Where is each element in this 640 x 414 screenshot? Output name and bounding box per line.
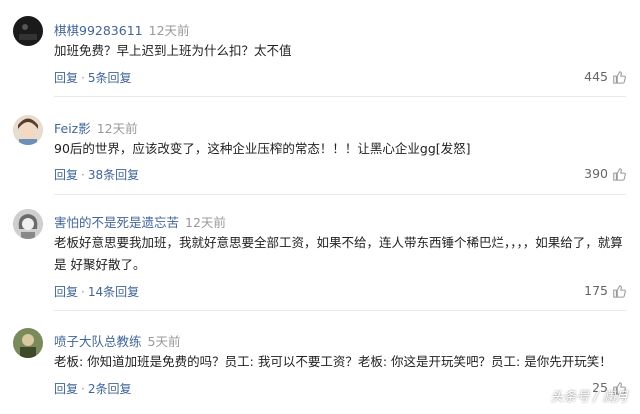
view-replies-button[interactable]: 38条回复 — [88, 168, 139, 182]
username[interactable]: 害怕的不是死是遗忘苦 — [54, 215, 179, 230]
watermark: 头条号 / 澜月 — [550, 390, 628, 405]
like-button[interactable]: 175 — [584, 283, 626, 298]
comment-text: 90后的世界，应该改变了，这种企业压榨的常态！！！让黑心企业gg[发怒] — [54, 141, 471, 156]
username[interactable]: Feiz影 — [54, 121, 91, 136]
reply-button[interactable]: 回复 — [54, 168, 78, 182]
timestamp: 12天前 — [148, 23, 190, 38]
avatar[interactable] — [13, 328, 43, 358]
like-count: 175 — [584, 283, 608, 298]
avatar[interactable] — [13, 16, 43, 46]
separator: · — [81, 168, 85, 182]
comment-meta: 棋棋99283611 12天前 — [54, 20, 190, 39]
comment-meta: Feiz影 12天前 — [54, 118, 138, 137]
username[interactable]: 喷子大队总教练 — [54, 334, 142, 349]
thumbs-up-icon — [613, 284, 626, 298]
avatar[interactable] — [13, 115, 43, 145]
timestamp: 12天前 — [185, 215, 226, 230]
avatar[interactable] — [13, 209, 43, 239]
like-count: 390 — [584, 166, 608, 181]
comment-item: Feiz影 12天前 90后的世界，应该改变了，这种企业压榨的常态！！！让黑心企业… — [0, 98, 640, 198]
divider — [54, 194, 626, 195]
thumbs-up-icon — [613, 70, 626, 84]
separator: · — [81, 71, 85, 85]
like-button[interactable]: 390 — [584, 166, 626, 181]
view-replies-button[interactable]: 14条回复 — [88, 285, 139, 299]
thumbs-up-icon — [613, 167, 626, 181]
divider — [54, 310, 626, 311]
comment-item: 害怕的不是死是遗忘苦 12天前 老板好意思要我加班，我就好意思要全部工资，如果不给… — [0, 196, 640, 311]
separator: · — [81, 382, 85, 396]
comment-text: 加班免费？早上迟到上班为什么扣？太不值 — [54, 43, 292, 58]
view-replies-button[interactable]: 5条回复 — [88, 71, 132, 85]
comment-actions: 回复 · 14条回复 — [54, 283, 139, 300]
reply-button[interactable]: 回复 — [54, 382, 78, 396]
comment-text: 老板: 你知道加班是免费的吗？员工: 我可以不要工资？老板: 你这是开玩笑吧？员… — [54, 354, 612, 369]
like-count: 445 — [584, 69, 608, 84]
timestamp: 12天前 — [96, 121, 138, 136]
comment-meta: 喷子大队总教练 5天前 — [54, 331, 180, 350]
comment-meta: 害怕的不是死是遗忘苦 12天前 — [54, 212, 226, 231]
like-button[interactable]: 445 — [584, 69, 626, 84]
comment-actions: 回复 · 5条回复 — [54, 69, 131, 86]
reply-button[interactable]: 回复 — [54, 71, 78, 85]
separator: · — [81, 285, 85, 299]
timestamp: 5天前 — [147, 334, 181, 349]
comment-item: 喷子大队总教练 5天前 老板: 你知道加班是免费的吗？员工: 我可以不要工资？老板… — [0, 314, 640, 414]
divider — [54, 96, 626, 97]
comment-item: 棋棋99283611 12天前 加班免费？早上迟到上班为什么扣？太不值 回复 · 5条… — [0, 0, 640, 100]
comment-text: 老板好意思要我加班，我就好意思要全部工资，如果不给，连人带东西锤个稀巴烂，，，，… — [54, 235, 623, 272]
reply-button[interactable]: 回复 — [54, 285, 78, 299]
username[interactable]: 棋棋99283611 — [54, 23, 143, 38]
comment-actions: 回复 · 2条回复 — [54, 380, 131, 397]
view-replies-button[interactable]: 2条回复 — [88, 382, 132, 396]
comment-actions: 回复 · 38条回复 — [54, 166, 139, 183]
